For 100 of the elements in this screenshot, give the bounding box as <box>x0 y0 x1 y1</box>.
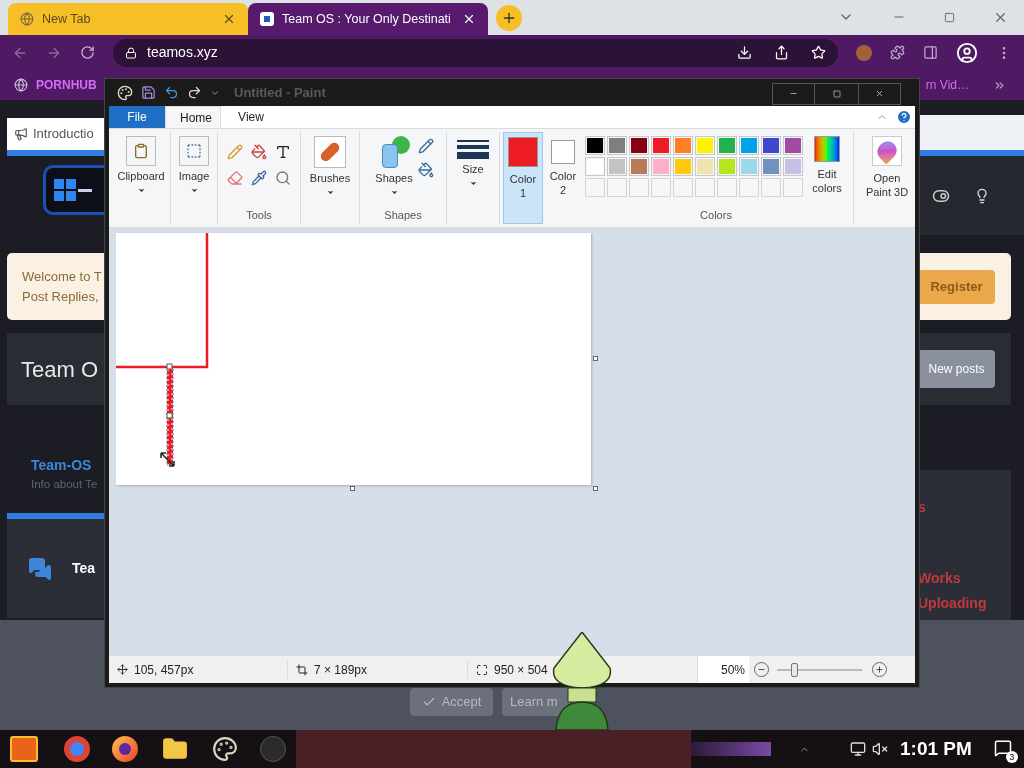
color-button[interactable]: Color 2 <box>543 132 583 224</box>
text-icon[interactable] <box>275 144 291 160</box>
reload-icon[interactable] <box>80 45 95 60</box>
palette-swatch[interactable] <box>607 157 627 176</box>
palette-swatch[interactable] <box>717 157 737 176</box>
palette-swatch[interactable] <box>761 136 781 155</box>
save-icon[interactable] <box>141 85 156 100</box>
check-icon <box>421 695 436 709</box>
dark-app-icon[interactable] <box>260 736 286 762</box>
tab-title: New Tab <box>42 10 92 28</box>
selection-size: 7 × 189px <box>314 661 368 679</box>
pencil-icon[interactable] <box>227 144 243 160</box>
close-button[interactable] <box>858 82 901 105</box>
zoom-slider[interactable] <box>777 662 862 677</box>
clipboard-icon <box>133 143 149 159</box>
close-icon[interactable] <box>222 12 236 26</box>
forum-node[interactable]: Tea <box>7 513 104 619</box>
palette-swatch[interactable] <box>629 157 649 176</box>
minimize-button[interactable] <box>772 82 815 105</box>
bookmark[interactable]: rn Vid… <box>925 76 969 94</box>
undo-icon[interactable] <box>164 85 179 100</box>
install-icon[interactable] <box>737 45 752 60</box>
paint-3d-icon <box>872 136 902 166</box>
color-picker-icon[interactable] <box>251 170 267 186</box>
outline-icon[interactable] <box>418 138 434 154</box>
browser-tab[interactable]: Team OS : Your Only Destinati <box>248 3 488 35</box>
lock-icon <box>125 46 137 59</box>
ribbon-tab[interactable]: View <box>221 106 281 128</box>
shapes-button[interactable]: Shapes <box>372 132 416 197</box>
cursor-position-icon <box>117 664 128 675</box>
forum-title[interactable]: Team-OS <box>31 455 104 476</box>
open-paint-3d-button[interactable]: Open Paint 3D <box>860 132 914 224</box>
palette-swatch[interactable] <box>585 136 605 155</box>
clipboard-button[interactable]: Clipboard <box>115 132 167 224</box>
palette-swatch[interactable] <box>783 157 803 176</box>
palette-swatch[interactable] <box>585 157 605 176</box>
share-icon[interactable] <box>774 45 789 60</box>
network-icon[interactable] <box>850 741 866 757</box>
edit-colors-button[interactable]: Edit colors <box>807 132 847 197</box>
folder-icon[interactable] <box>162 736 188 762</box>
palette-swatch[interactable] <box>739 157 759 176</box>
forum-tab[interactable]: Introductio <box>7 118 104 156</box>
new-tab-button[interactable] <box>496 5 522 31</box>
color-button[interactable]: Color 1 <box>503 132 543 224</box>
clock[interactable]: 1:01 PM <box>900 734 972 764</box>
palette-swatch[interactable] <box>695 157 715 176</box>
palette-swatch[interactable] <box>761 157 781 176</box>
profile-icon[interactable] <box>956 41 978 64</box>
chat-bubbles-icon <box>28 556 52 581</box>
palette-swatch[interactable] <box>607 136 627 155</box>
windows-logo-icon <box>54 179 92 201</box>
palette-swatch[interactable] <box>651 157 671 176</box>
star-icon[interactable] <box>811 45 826 60</box>
selection-size-icon <box>296 663 308 676</box>
avatar-icon[interactable] <box>856 44 872 61</box>
group-label: Shapes <box>384 207 422 223</box>
help-icon[interactable] <box>896 109 912 125</box>
ribbon-tab[interactable]: File <box>109 106 165 128</box>
eraser-icon[interactable] <box>227 170 243 186</box>
notification-button[interactable]: 3 <box>993 739 1014 759</box>
slider-thumb[interactable] <box>791 662 798 677</box>
palette-swatch[interactable] <box>673 136 693 155</box>
resize-handle[interactable] <box>593 486 598 491</box>
extensions-icon[interactable] <box>890 45 905 60</box>
palette-swatch[interactable] <box>717 136 737 155</box>
volume-muted-icon[interactable] <box>872 741 888 757</box>
spectrum-icon <box>814 136 840 162</box>
fill-icon[interactable] <box>418 162 434 178</box>
tab-title: Team OS : Your Only Destinati <box>282 10 452 28</box>
side-panel-icon[interactable] <box>923 45 938 60</box>
fill-icon[interactable] <box>251 144 267 160</box>
brushes-button[interactable]: Brushes <box>304 132 356 224</box>
palette-swatch[interactable] <box>783 136 803 155</box>
select-icon <box>186 143 202 159</box>
group-label: Tools <box>246 207 272 223</box>
palette-swatch[interactable] <box>695 136 715 155</box>
megaphone-icon <box>14 127 28 141</box>
maximize-button[interactable] <box>815 82 858 105</box>
palette-swatch[interactable] <box>739 136 759 155</box>
size-button[interactable]: Size <box>450 132 496 224</box>
plus-icon <box>875 665 884 674</box>
image-button[interactable]: Image <box>174 132 214 224</box>
paint-icon[interactable] <box>212 736 238 762</box>
window-title: Untitled - Paint <box>234 83 326 102</box>
bookmark[interactable]: PORNHUB <box>14 76 97 94</box>
palette-swatch[interactable] <box>651 136 671 155</box>
palette-swatch[interactable] <box>673 157 693 176</box>
restore-icon[interactable] <box>944 11 955 23</box>
resize-handle[interactable] <box>593 356 598 361</box>
palette-swatch[interactable] <box>629 136 649 155</box>
bulb-icon[interactable] <box>974 187 990 204</box>
browser-tab[interactable]: New Tab <box>8 3 248 35</box>
magnifier-icon[interactable] <box>275 170 291 186</box>
resize-handle[interactable] <box>350 486 355 491</box>
redo-icon[interactable] <box>187 85 202 100</box>
firefox-icon[interactable] <box>112 736 138 762</box>
close-icon[interactable] <box>462 12 476 26</box>
ribbon-tab[interactable]: Home <box>165 106 221 128</box>
address-bar[interactable]: teamos.xyz <box>113 38 838 67</box>
maximize-icon <box>832 89 841 98</box>
